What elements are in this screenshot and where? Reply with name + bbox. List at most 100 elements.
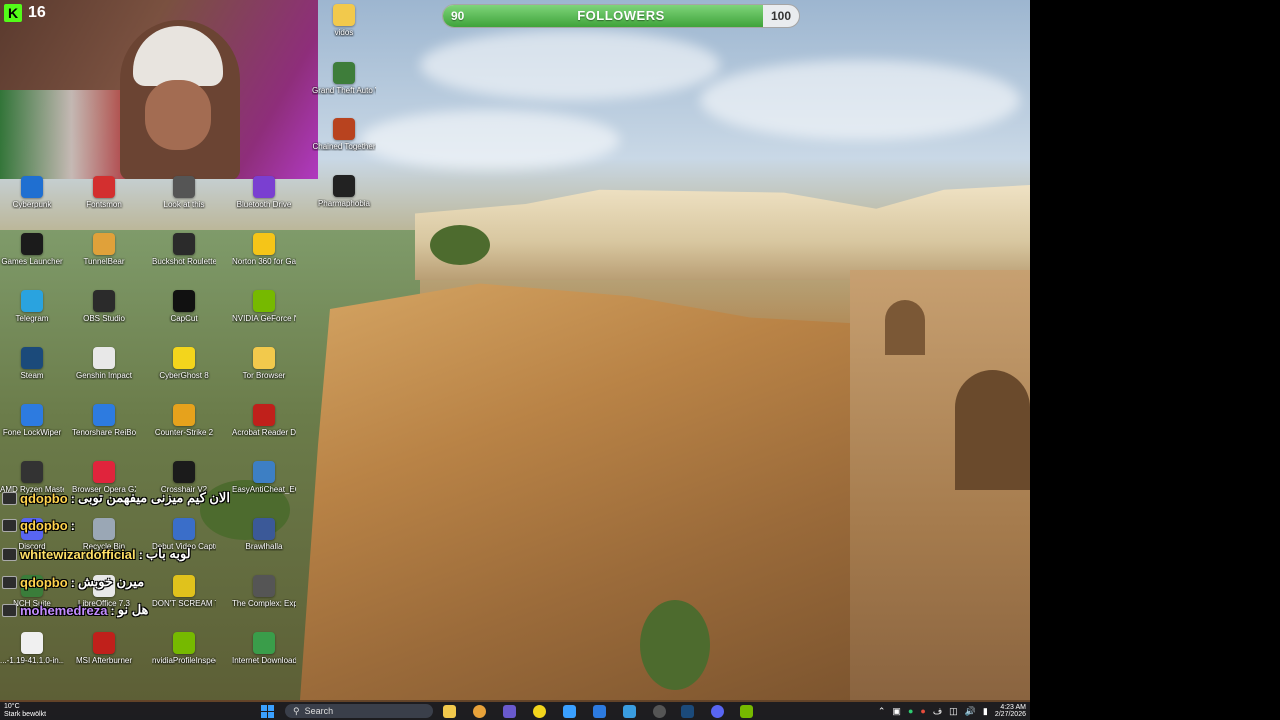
nvidia-icon[interactable]: [740, 705, 753, 718]
taskbar-clock[interactable]: 4:23 AM 2/27/2026: [995, 704, 1026, 718]
settings-icon[interactable]: [653, 705, 666, 718]
tray-status-icon[interactable]: ●: [908, 706, 913, 716]
desktop-shortcut[interactable]: Acrobat Reader DC: [232, 404, 296, 437]
wallpaper-arch: [955, 370, 1030, 490]
desktop-shortcut-label: Fontsmon: [86, 200, 122, 209]
wallpaper-town: [415, 185, 1030, 280]
app-icon[interactable]: [593, 705, 606, 718]
desktop-shortcut-label: ...-1.19-41.1.0-in... (1): [0, 656, 64, 665]
desktop-shortcut[interactable]: Fontsmon: [72, 176, 136, 209]
app-icon: [173, 176, 195, 198]
chat-message: qdopbo : ميرن خوبش: [2, 574, 144, 590]
desktop-shortcut-label: Games Launcher: [1, 257, 63, 266]
chained-together-icon: [333, 118, 355, 140]
desktop-shortcut-label: Buckshot Roulette: [152, 257, 216, 266]
desktop-shortcut-label: NVIDIA GeForce NOW: [232, 314, 296, 323]
desktop-shortcut[interactable]: TunnelBear: [72, 233, 136, 266]
desktop-shortcut[interactable]: EasyAntiCheat_EOS: [232, 461, 296, 494]
desktop-shortcut[interactable]: Pharmaphobia: [312, 175, 376, 208]
desktop-shortcut[interactable]: DON'T SCREAM TOGETHER: [152, 575, 216, 608]
chevron-up-icon[interactable]: ⌃: [878, 706, 886, 717]
keyboard-layout-icon[interactable]: ف: [933, 706, 942, 717]
afterburner-icon: [93, 632, 115, 654]
desktop-shortcut[interactable]: vidos: [312, 4, 376, 37]
webcam-face: [145, 80, 211, 150]
taskbar-search[interactable]: ⚲ Search: [285, 704, 433, 718]
desktop-shortcut-label: TunnelBear: [83, 257, 125, 266]
chat-message: qdopbo : الان كيم ميزنى ميفهمن توبى: [2, 490, 230, 506]
chat-username: whitewizardofficial: [20, 546, 136, 562]
desktop-shortcut[interactable]: CapCut: [152, 290, 216, 323]
desktop-shortcut[interactable]: NVIDIA GeForce NOW: [232, 290, 296, 323]
desktop-shortcut[interactable]: Genshin Impact: [72, 347, 136, 380]
cyberghost-icon[interactable]: [533, 705, 546, 718]
start-button[interactable]: [261, 705, 274, 718]
desktop-shortcut[interactable]: Tor Browser: [232, 347, 296, 380]
wallpaper-cloud: [420, 30, 720, 100]
debut-icon: [173, 518, 195, 540]
desktop-shortcut[interactable]: Fone LockWiper: [0, 404, 64, 437]
desktop-shortcut[interactable]: ...-1.19-41.1.0-in... (1): [0, 632, 64, 665]
file-explorer-icon[interactable]: [443, 705, 456, 718]
desktop-shortcut[interactable]: The Complex: Expedition: [232, 575, 296, 608]
desktop-shortcut[interactable]: Grand Theft Auto V Legacy: [312, 62, 376, 95]
desktop-shortcut-label: nvidiaProfileInspector: [152, 656, 216, 665]
store-icon[interactable]: [563, 705, 576, 718]
desktop-shortcut[interactable]: Steam: [0, 347, 64, 380]
steam-icon[interactable]: [681, 705, 694, 718]
chat-badge-icon: [2, 603, 17, 617]
cyberghost-icon: [173, 347, 195, 369]
app-icon[interactable]: [623, 705, 636, 718]
followers-goal-label: FOLLOWERS: [577, 8, 665, 23]
desktop-shortcut-label: Norton 360 for Gamers: [232, 257, 296, 266]
desktop-shortcut[interactable]: Cyberpunk: [0, 176, 64, 209]
wallpaper-arch: [885, 300, 925, 355]
volume-icon[interactable]: 🔊: [965, 706, 976, 717]
kick-logo: K: [4, 4, 22, 22]
discord-icon[interactable]: [711, 705, 724, 718]
app-icon: [93, 176, 115, 198]
desktop-shortcut[interactable]: nvidiaProfileInspector: [152, 632, 216, 665]
wallpaper-trees: [640, 600, 710, 690]
desktop-shortcut[interactable]: Games Launcher: [0, 233, 64, 266]
microphone-icon[interactable]: ●: [920, 706, 925, 716]
epic-games-icon: [21, 233, 43, 255]
chat-badge-icon: [2, 491, 17, 505]
desktop-shortcut[interactable]: Telegram: [0, 290, 64, 323]
tunnelbear-icon: [93, 233, 115, 255]
desktop-shortcut-label: Telegram: [15, 314, 49, 323]
app-icon: [21, 176, 43, 198]
chat-username: qdopbo: [20, 490, 68, 506]
desktop-shortcut[interactable]: Chained Together: [312, 118, 376, 151]
search-placeholder: Search: [304, 706, 334, 716]
battery-icon[interactable]: ▮: [983, 706, 988, 717]
desktop-shortcut[interactable]: Buckshot Roulette: [152, 233, 216, 266]
desktop-shortcut[interactable]: Tenorshare ReiBoot: [72, 404, 136, 437]
chat-text: الان كيم ميزنى ميفهمن توبى: [78, 490, 230, 505]
desktop-shortcut[interactable]: Norton 360 for Gamers: [232, 233, 296, 266]
desktop-shortcut[interactable]: CyberGhost 8: [152, 347, 216, 380]
eac-icon: [253, 461, 275, 483]
network-icon[interactable]: ◫: [949, 706, 958, 717]
chat-separator: :: [70, 518, 75, 533]
desktop-shortcut[interactable]: MSI Afterburner: [72, 632, 136, 665]
search-icon: ⚲: [293, 705, 300, 716]
folder-icon: [253, 347, 275, 369]
app-icon[interactable]: [503, 705, 516, 718]
desktop-shortcut[interactable]: Bluetooth Drive: [232, 176, 296, 209]
chat-text: لوبه باب: [145, 546, 191, 561]
desktop-shortcut[interactable]: Counter-Strike 2: [152, 404, 216, 437]
desktop-shortcut[interactable]: OBS Studio: [72, 290, 136, 323]
desktop-shortcut-label: Genshin Impact: [75, 371, 133, 380]
desktop-shortcut-label: CyberGhost 8: [159, 371, 209, 380]
recycle-bin-icon: [93, 518, 115, 540]
desktop-shortcut[interactable]: Internet Download Manager: [232, 632, 296, 665]
desktop-shortcut-label: Acrobat Reader DC: [232, 428, 296, 437]
tray-app-icon[interactable]: ▣: [892, 706, 901, 717]
desktop-shortcut-label: Tor Browser: [242, 371, 286, 380]
desktop-shortcut[interactable]: Look at this: [152, 176, 216, 209]
clock-date: 2/27/2026: [994, 711, 1026, 718]
weather-widget[interactable]: 10°C Stark bewölkt: [4, 703, 46, 719]
desktop-shortcut[interactable]: Brawlhalla: [232, 518, 296, 551]
browser-icon[interactable]: [473, 705, 486, 718]
